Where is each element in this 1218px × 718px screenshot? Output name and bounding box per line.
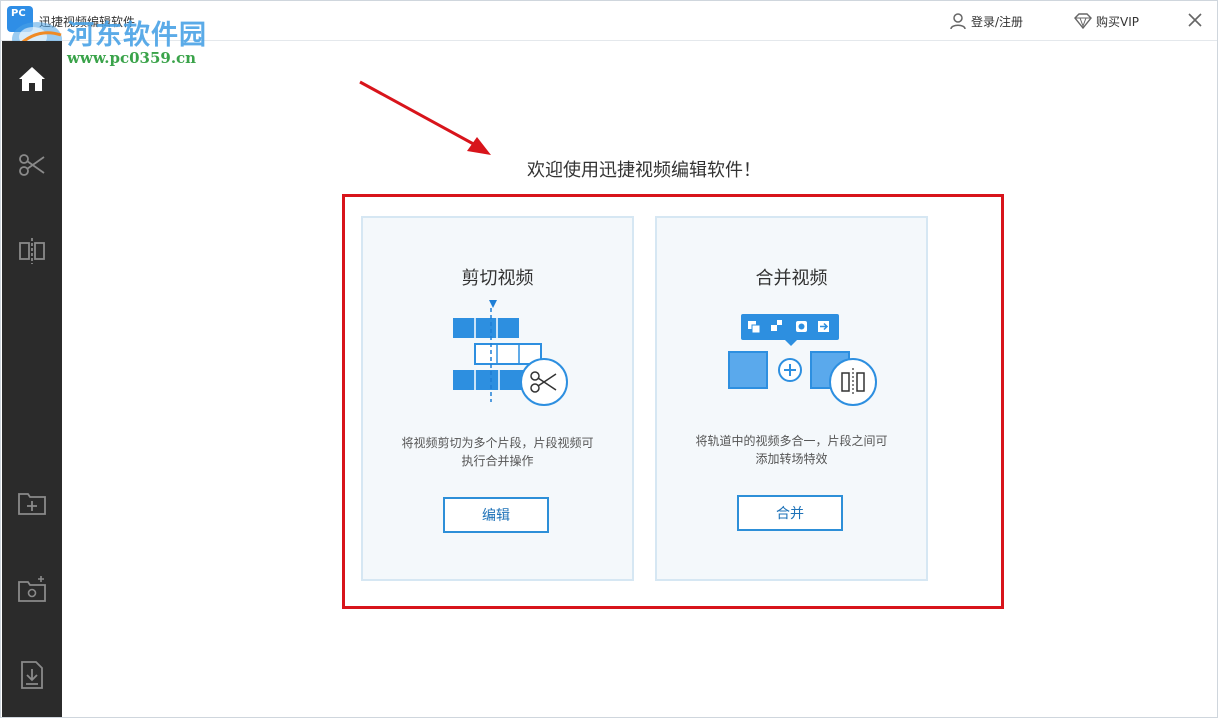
watermark-url: www.pc0359.cn [67,49,197,67]
split-merge-icon [19,238,45,264]
annotation-arrow-icon [359,80,491,155]
file-download-icon [21,661,43,689]
sidebar-item-add-folder[interactable] [2,473,62,533]
folder-settings-icon [18,576,46,602]
welcome-text: 欢迎使用迅捷视频编辑软件！ [527,160,761,181]
merge-video-title: 合并视频 [755,268,828,289]
close-icon[interactable] [1185,10,1205,30]
buy-vip-button[interactable]: 购买VIP [1074,11,1139,31]
scissors-icon [19,154,45,176]
cut-video-desc-line1: 将视频剪切为多个片段，片段视频可 [401,436,594,450]
sidebar-item-home[interactable] [2,49,62,109]
merge-video-illustration-icon [728,314,877,406]
folder-add-icon [18,493,46,515]
sidebar-item-merge[interactable] [2,221,62,281]
sidebar-item-export[interactable] [2,645,62,705]
user-icon [950,13,966,30]
cut-video-desc-line2: 执行合并操作 [461,454,534,468]
merge-video-description: 将轨道中的视频多合一，片段之间可 添加转场特效 [677,432,906,468]
edit-button[interactable]: 编辑 [443,497,549,533]
sidebar-item-folder-settings[interactable] [2,559,62,619]
vip-label: 购买VIP [1096,14,1139,29]
cut-video-illustration-icon [453,300,568,406]
merge-video-desc-line1: 将轨道中的视频多合一，片段之间可 [695,434,888,448]
home-icon [19,67,45,91]
login-label: 登录/注册 [971,14,1024,29]
merge-button[interactable]: 合并 [737,495,843,531]
watermark-name: 河东软件园 [67,20,207,51]
cut-video-card: 剪切视频 将视频剪切为多个片段，片段视频可 执行合并操作 编辑 [361,216,634,581]
merge-video-card: 合并视频 将轨道中的视频多合一，片段之间可 添加转场特效 合并 [655,216,928,581]
merge-video-desc-line2: 添加转场特效 [755,452,828,466]
cut-video-description: 将视频剪切为多个片段，片段视频可 执行合并操作 [383,434,612,470]
diamond-icon [1074,13,1092,29]
sidebar-item-cut[interactable] [2,135,62,195]
app-window: PC 迅捷视频编辑软件 登录/注册 购买VIP 河东软件园 www.pc0359… [0,0,1218,718]
sidebar [2,41,62,717]
cut-video-title: 剪切视频 [461,268,534,289]
login-register-button[interactable]: 登录/注册 [949,11,1023,31]
